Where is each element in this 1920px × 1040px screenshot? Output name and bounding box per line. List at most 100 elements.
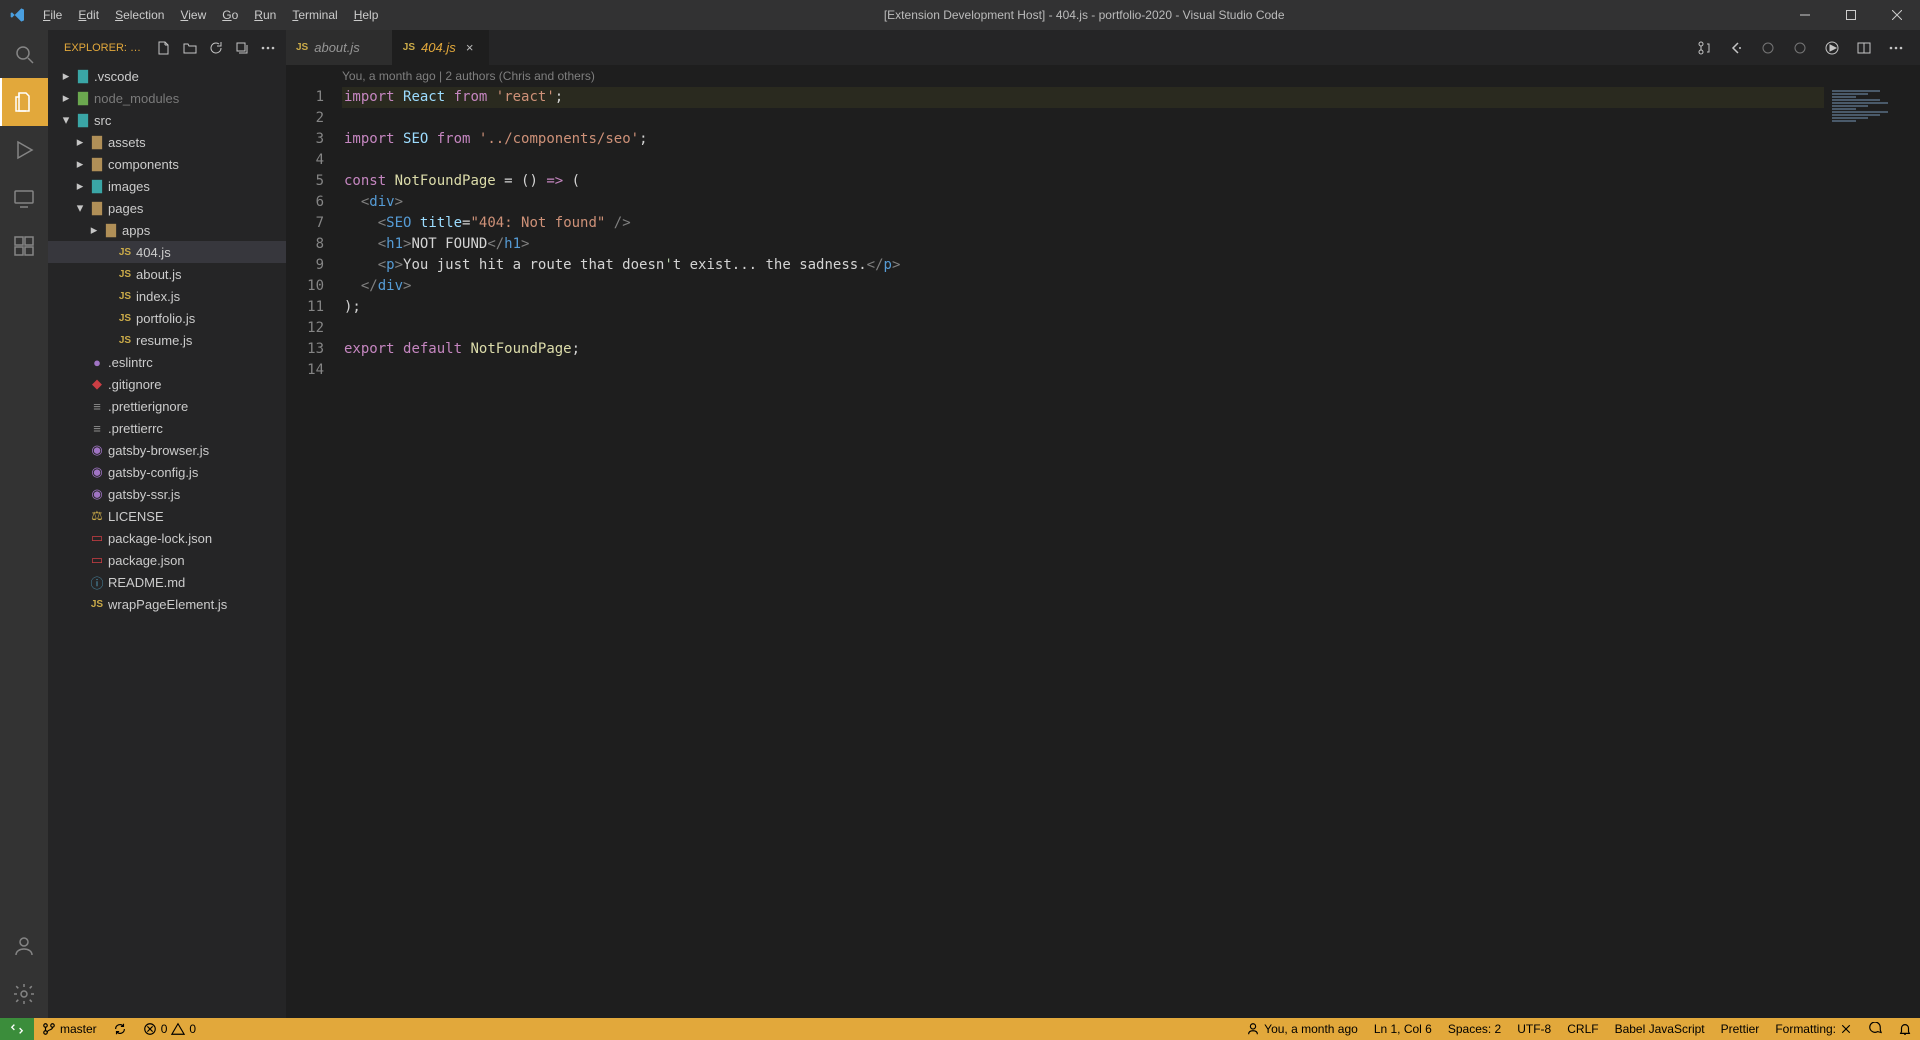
tree-file-gatsby-config-js[interactable]: ◉gatsby-config.js [48, 461, 286, 483]
tree-file--prettierignore[interactable]: ≡.prettierignore [48, 395, 286, 417]
tree-file-portfolio-js[interactable]: JSportfolio.js [48, 307, 286, 329]
go-back-icon[interactable] [1728, 40, 1750, 56]
activity-run-icon[interactable] [0, 126, 48, 174]
split-editor-icon[interactable] [1856, 40, 1878, 56]
tree-label: .gitignore [108, 377, 161, 392]
menu-go[interactable]: Go [214, 8, 246, 22]
status-errors-count: 0 [161, 1022, 168, 1036]
tree-file--eslintrc[interactable]: ●.eslintrc [48, 351, 286, 373]
nav-next-icon[interactable] [1792, 40, 1814, 56]
tree-folder-apps[interactable]: ▸▇apps [48, 219, 286, 241]
menu-help[interactable]: Help [346, 8, 387, 22]
more-icon[interactable] [258, 38, 278, 58]
tree-label: .vscode [94, 69, 139, 84]
new-folder-icon[interactable] [180, 38, 200, 58]
menu-edit[interactable]: Edit [70, 8, 107, 22]
tree-folder-pages[interactable]: ▾▇pages [48, 197, 286, 219]
tree-label: .prettierignore [108, 399, 188, 414]
nav-prev-icon[interactable] [1760, 40, 1782, 56]
tree-file-404-js[interactable]: JS404.js [48, 241, 286, 263]
tree-label: pages [108, 201, 143, 216]
activity-explorer-icon[interactable] [0, 78, 48, 126]
status-blame-label: You, a month ago [1264, 1022, 1358, 1036]
tab-about-js[interactable]: JSabout.js [286, 30, 393, 65]
sidebar-header: EXPLORER: … [48, 30, 286, 65]
editor-body[interactable]: 1234567891011121314 import React from 'r… [286, 87, 1920, 1018]
tree-label: gatsby-ssr.js [108, 487, 180, 502]
tree-file-license[interactable]: ⚖LICENSE [48, 505, 286, 527]
tree-file-resume-js[interactable]: JSresume.js [48, 329, 286, 351]
status-bell-icon[interactable] [1890, 1018, 1920, 1040]
minimap[interactable] [1824, 87, 1920, 1018]
tree-folder-assets[interactable]: ▸▇assets [48, 131, 286, 153]
status-prettier[interactable]: Prettier [1713, 1018, 1768, 1040]
tree-file--prettierrc[interactable]: ≡.prettierrc [48, 417, 286, 439]
tree-file-wrappageelement-js[interactable]: JSwrapPageElement.js [48, 593, 286, 615]
tree-file--gitignore[interactable]: ◆.gitignore [48, 373, 286, 395]
gitlens-blame: You, a month ago | 2 authors (Chris and … [286, 65, 1920, 87]
tree-label: LICENSE [108, 509, 164, 524]
chevron-right-icon: ▸ [58, 68, 74, 84]
tab-404-js[interactable]: JS404.js× [393, 30, 489, 65]
status-remote-icon[interactable] [0, 1018, 34, 1040]
status-problems[interactable]: 0 0 [135, 1018, 204, 1040]
tree-label: node_modules [94, 91, 179, 106]
tree-file-package-json[interactable]: ▭package.json [48, 549, 286, 571]
tree-folder-images[interactable]: ▸▇images [48, 175, 286, 197]
activity-settings-icon[interactable] [0, 970, 48, 1018]
maximize-button[interactable] [1828, 0, 1874, 30]
tree-folder-node-modules[interactable]: ▸▇node_modules [48, 87, 286, 109]
menu-selection[interactable]: Selection [107, 8, 172, 22]
collapse-all-icon[interactable] [232, 38, 252, 58]
status-formatting[interactable]: Formatting: [1767, 1018, 1860, 1040]
tree-label: assets [108, 135, 146, 150]
status-sync-icon[interactable] [105, 1018, 135, 1040]
activity-extensions-icon[interactable] [0, 222, 48, 270]
status-language[interactable]: Babel JavaScript [1607, 1018, 1713, 1040]
status-encoding[interactable]: UTF-8 [1509, 1018, 1559, 1040]
close-tab-icon[interactable]: × [462, 40, 478, 55]
tree-folder-components[interactable]: ▸▇components [48, 153, 286, 175]
menu-run[interactable]: Run [246, 8, 284, 22]
tree-file-about-js[interactable]: JSabout.js [48, 263, 286, 285]
status-gitlens-blame[interactable]: You, a month ago [1238, 1018, 1366, 1040]
status-branch[interactable]: master [34, 1018, 105, 1040]
close-button[interactable] [1874, 0, 1920, 30]
tree-file-gatsby-browser-js[interactable]: ◉gatsby-browser.js [48, 439, 286, 461]
diff-icon[interactable] [1696, 40, 1718, 56]
tree-label: resume.js [136, 333, 192, 348]
chevron-right-icon: ▸ [72, 134, 88, 150]
refresh-icon[interactable] [206, 38, 226, 58]
minimize-button[interactable] [1782, 0, 1828, 30]
menu-terminal[interactable]: Terminal [284, 8, 345, 22]
tree-label: gatsby-browser.js [108, 443, 209, 458]
status-eol[interactable]: CRLF [1559, 1018, 1606, 1040]
menu-view[interactable]: View [172, 8, 214, 22]
menu-file[interactable]: File [35, 8, 70, 22]
chevron-right-icon: ▸ [58, 90, 74, 106]
tree-file-readme-md[interactable]: ⓘREADME.md [48, 571, 286, 593]
status-cursor[interactable]: Ln 1, Col 6 [1366, 1018, 1440, 1040]
code-content[interactable]: import React from 'react'; import SEO fr… [342, 87, 1824, 1018]
tree-file-package-lock-json[interactable]: ▭package-lock.json [48, 527, 286, 549]
status-warnings-count: 0 [189, 1022, 196, 1036]
status-indent[interactable]: Spaces: 2 [1440, 1018, 1509, 1040]
new-file-icon[interactable] [154, 38, 174, 58]
sidebar-title: EXPLORER: … [64, 42, 154, 54]
tree-label: src [94, 113, 111, 128]
tree-file-index-js[interactable]: JSindex.js [48, 285, 286, 307]
status-feedback-icon[interactable] [1860, 1018, 1890, 1040]
activity-account-icon[interactable] [0, 922, 48, 970]
activity-bar [0, 30, 48, 1018]
activity-remote-icon[interactable] [0, 174, 48, 222]
run-icon[interactable] [1824, 40, 1846, 56]
chevron-right-icon: ▸ [72, 178, 88, 194]
activity-search-icon[interactable] [0, 30, 48, 78]
tree-file-gatsby-ssr-js[interactable]: ◉gatsby-ssr.js [48, 483, 286, 505]
more-actions-icon[interactable] [1888, 40, 1910, 56]
tree-folder-src[interactable]: ▾▇src [48, 109, 286, 131]
tree-folder--vscode[interactable]: ▸▇.vscode [48, 65, 286, 87]
chevron-right-icon: ▸ [72, 156, 88, 172]
tree-label: about.js [136, 267, 182, 282]
main-area: EXPLORER: … ▸▇.vscode▸▇node_modules▾▇src… [0, 30, 1920, 1018]
